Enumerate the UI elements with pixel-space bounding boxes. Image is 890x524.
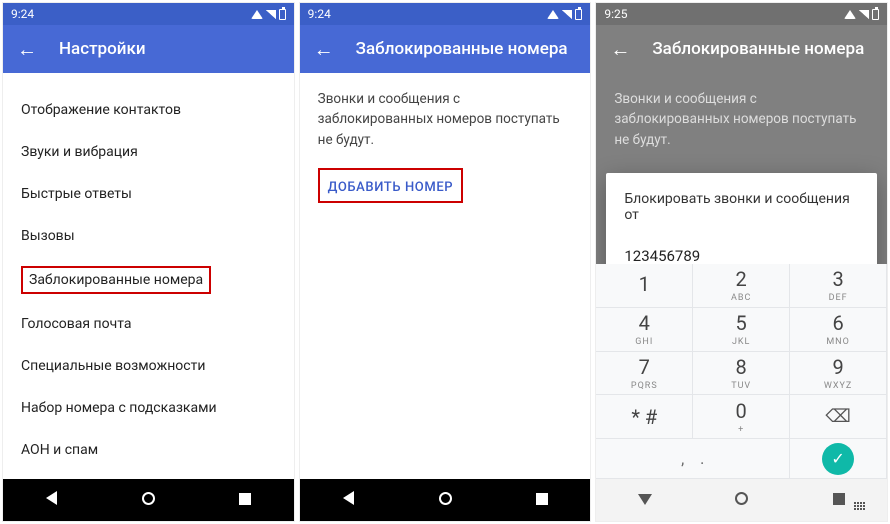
key-2[interactable]: 2ABC <box>693 264 790 308</box>
screen-block-dialog: 9:25 ← Заблокированные номера Звонки и с… <box>595 2 888 522</box>
nav-back-button[interactable] <box>31 491 71 509</box>
blocked-content-dimmed: Звонки и сообщения с заблокированных ном… <box>596 73 887 264</box>
screen-settings: 9:24 ← Настройки Отображение контактов З… <box>2 2 295 522</box>
key-9[interactable]: 9WXYZ <box>790 352 887 396</box>
signal-icon <box>859 10 869 19</box>
menu-item-nearby-places[interactable]: Места рядом <box>21 471 276 479</box>
key-7[interactable]: 7PQRS <box>596 352 693 396</box>
app-bar: ← Настройки <box>3 25 294 73</box>
signal-icon <box>266 10 276 19</box>
back-arrow-icon[interactable]: ← <box>314 37 334 62</box>
menu-item-contacts-display[interactable]: Отображение контактов <box>21 89 276 131</box>
nav-keyboard-button[interactable] <box>839 490 879 510</box>
key-8[interactable]: 8TUV <box>693 352 790 396</box>
page-title: Заблокированные номера <box>356 39 568 59</box>
battery-icon <box>872 9 879 20</box>
page-title: Заблокированные номера <box>652 39 864 59</box>
status-time: 9:24 <box>11 7 251 21</box>
app-bar: ← Заблокированные номера <box>596 25 887 73</box>
square-recent-icon <box>536 493 548 505</box>
menu-item-quick-responses[interactable]: Быстрые ответы <box>21 173 276 215</box>
key-star-hash[interactable]: * # <box>596 395 693 439</box>
app-bar: ← Заблокированные номера <box>300 25 591 73</box>
key-0[interactable]: 0+ <box>693 395 790 439</box>
battery-icon <box>575 9 582 20</box>
battery-icon <box>279 9 286 20</box>
highlight-frame: ДОБАВИТЬ НОМЕР <box>318 168 464 203</box>
key-3[interactable]: 3DEF <box>790 264 887 308</box>
phone-number-input[interactable] <box>624 243 859 264</box>
wifi-icon <box>251 10 263 19</box>
nav-bar <box>3 479 294 521</box>
key-backspace[interactable]: ⌫ <box>790 395 887 439</box>
menu-item-sounds-vibration[interactable]: Звуки и вибрация <box>21 131 276 173</box>
info-text: Звонки и сообщения с заблокированных ном… <box>614 89 869 150</box>
nav-back-button[interactable] <box>328 491 368 509</box>
circle-home-icon <box>142 492 155 505</box>
add-number-button[interactable]: ДОБАВИТЬ НОМЕР <box>328 180 454 195</box>
menu-item-caller-id-spam[interactable]: АОН и спам <box>21 429 276 471</box>
nav-recent-button[interactable] <box>522 491 562 509</box>
checkmark-icon: ✓ <box>822 443 854 475</box>
menu-item-blocked-numbers[interactable]: Заблокированные номера <box>21 257 276 303</box>
wifi-icon <box>844 10 856 19</box>
highlight-frame: Заблокированные номера <box>21 266 211 294</box>
triangle-back-icon <box>343 491 354 505</box>
nav-bar <box>596 479 887 521</box>
status-time: 9:25 <box>604 7 844 21</box>
menu-item-dial-assist[interactable]: Набор номера с подсказками <box>21 387 276 429</box>
circle-home-icon <box>439 492 452 505</box>
triangle-back-icon <box>46 491 57 505</box>
blocked-content: Звонки и сообщения с заблокированных ном… <box>300 73 591 479</box>
menu-item-accessibility[interactable]: Специальные возможности <box>21 345 276 387</box>
nav-bar <box>300 479 591 521</box>
status-bar: 9:24 <box>3 3 294 25</box>
block-dialog: Блокировать звонки и сообщения от ОТМЕНА… <box>606 173 877 264</box>
nav-home-button[interactable] <box>425 491 465 509</box>
page-title: Настройки <box>59 39 146 59</box>
back-arrow-icon[interactable]: ← <box>610 37 630 62</box>
status-time: 9:24 <box>308 7 548 21</box>
backspace-icon: ⌫ <box>825 406 850 427</box>
menu-item-calls[interactable]: Вызовы <box>21 215 276 257</box>
signal-icon <box>562 10 572 19</box>
circle-home-icon <box>735 492 748 505</box>
status-icons <box>547 9 582 20</box>
wifi-icon <box>547 10 559 19</box>
key-comma-dot[interactable]: , . <box>596 439 790 479</box>
triangle-down-icon <box>638 494 652 505</box>
nav-home-button[interactable] <box>128 491 168 509</box>
key-6[interactable]: 6MNO <box>790 308 887 352</box>
status-bar: 9:25 <box>596 3 887 25</box>
nav-home-button[interactable] <box>722 491 762 509</box>
key-4[interactable]: 4GHI <box>596 308 693 352</box>
nav-back-button[interactable] <box>625 491 665 509</box>
keyboard-icon <box>854 502 865 510</box>
status-icons <box>844 9 879 20</box>
back-arrow-icon[interactable]: ← <box>17 37 37 62</box>
status-icons <box>251 9 286 20</box>
info-text: Звонки и сообщения с заблокированных ном… <box>318 89 573 150</box>
status-bar: 9:24 <box>300 3 591 25</box>
dialog-title: Блокировать звонки и сообщения от <box>624 191 859 223</box>
key-1[interactable]: 1 <box>596 264 693 308</box>
settings-list: Отображение контактов Звуки и вибрация Б… <box>3 73 294 479</box>
key-5[interactable]: 5JKL <box>693 308 790 352</box>
nav-recent-button[interactable] <box>225 491 265 509</box>
square-recent-icon <box>239 493 251 505</box>
menu-item-voicemail[interactable]: Голосовая почта <box>21 303 276 345</box>
screen-blocked-numbers: 9:24 ← Заблокированные номера Звонки и с… <box>299 2 592 522</box>
key-done[interactable]: ✓ <box>790 439 887 479</box>
numeric-keypad: 1 2ABC 3DEF 4GHI 5JKL 6MNO 7PQRS 8TUV 9W… <box>596 264 887 479</box>
